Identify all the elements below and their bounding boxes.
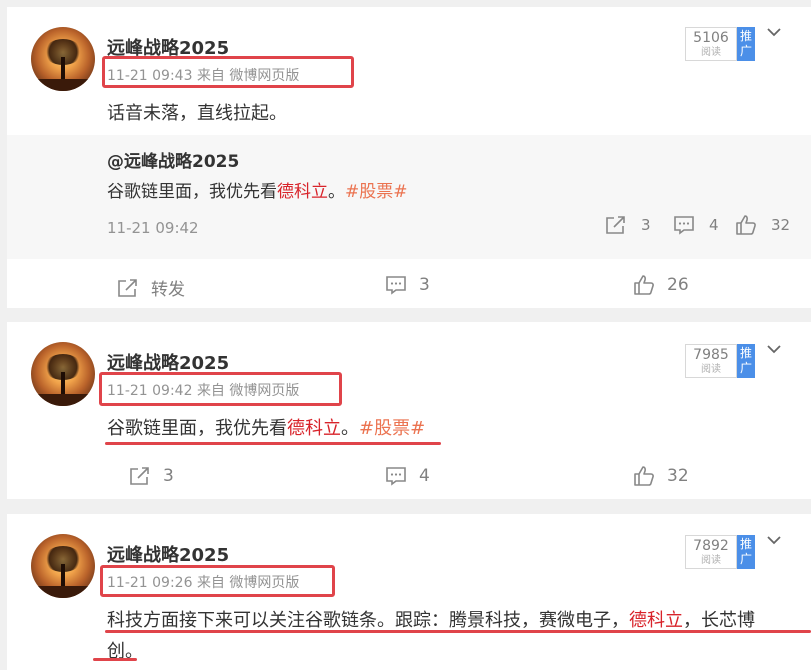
post-card-3: 远峰战略2025 11-21 09:26 来自 微博网页版 7892 阅读 推广 … [7,514,811,670]
highlight-box [100,565,335,597]
view-label: 阅读 [701,364,721,375]
comment-icon [386,276,406,295]
comment-icon [386,467,406,486]
highlight-box [102,56,354,88]
like-button[interactable]: 32 [633,466,689,486]
avatar[interactable] [31,534,95,598]
repost-block[interactable]: @远峰战略2025 谷歌链里面，我优先看德科立。#股票# 11-21 09:42… [7,135,811,259]
repost-time[interactable]: 11-21 09:42 [107,219,199,237]
stock-mention[interactable]: 德科立 [287,418,341,439]
repost-author[interactable]: @远峰战略2025 [107,147,239,172]
comment-count: 4 [709,216,719,234]
view-count: 7985 [693,347,729,363]
view-label: 阅读 [701,47,721,58]
view-label: 阅读 [701,555,721,566]
repost-count: 3 [163,466,174,486]
promote-button[interactable]: 推广 [737,27,755,61]
view-count-badge: 7985 阅读 推广 [685,344,755,378]
highlight-box [99,372,342,406]
avatar[interactable] [31,342,95,406]
comment-button[interactable]: 4 [385,466,430,486]
repost-button[interactable]: 3 [129,466,174,486]
chevron-down-icon[interactable] [767,344,781,354]
comment-count: 4 [419,466,430,486]
post-text: 谷歌链里面，我优先看德科立。#股票# [107,418,426,439]
topic-tag[interactable]: #股票# [359,418,425,439]
post-text: 话音未落，直线拉起。 [107,103,287,124]
post-card-2: 远峰战略2025 11-21 09:42 来自 微博网页版 7985 阅读 推广 … [7,322,811,499]
text-underline [105,442,441,445]
like-count: 32 [771,216,791,234]
view-count-badge: 5106 阅读 推广 [685,27,755,61]
stock-mention[interactable]: 德科立 [277,182,328,202]
promote-button[interactable]: 推广 [737,344,755,378]
promote-button[interactable]: 推广 [737,535,755,569]
repost-icon [130,467,149,485]
repost-like-stat[interactable]: 32 [735,215,790,235]
like-button[interactable]: 26 [633,275,689,295]
username[interactable]: 远峰战略2025 [107,541,229,567]
topic-tag[interactable]: #股票# [345,182,408,202]
like-icon [634,275,654,295]
comment-icon [674,216,694,235]
like-count: 26 [667,275,689,295]
post-text-line-1: 科技方面接下来可以关注谷歌链条。跟踪：腾景科技，赛微电子，德科立，长芯博 [107,610,755,631]
comment-button[interactable]: 3 [385,275,430,295]
view-count: 5106 [693,30,729,46]
like-icon [736,215,756,235]
like-count: 32 [667,466,689,486]
repost-share-stat[interactable]: 3 [605,215,651,235]
stock-mention[interactable]: 德科立 [629,610,683,631]
repost-label: 转发 [151,280,185,300]
repost-count: 3 [641,216,651,234]
repost-icon [606,216,625,234]
repost-button[interactable]: 转发 [117,275,185,300]
avatar[interactable] [31,27,95,91]
like-icon [634,466,654,486]
view-count: 7892 [693,538,729,554]
view-count-badge: 7892 阅读 推广 [685,535,755,569]
chevron-down-icon[interactable] [767,535,781,545]
chevron-down-icon[interactable] [767,27,781,37]
repost-text: 谷歌链里面，我优先看德科立。#股票# [107,182,408,202]
text-underline [93,658,137,661]
post-card-1: 远峰战略2025 11-21 09:43 来自 微博网页版 5106 阅读 推广 … [7,7,811,308]
repost-icon [118,278,137,297]
comment-count: 3 [419,275,430,295]
text-underline [105,630,811,633]
repost-comment-stat[interactable]: 4 [673,215,719,235]
